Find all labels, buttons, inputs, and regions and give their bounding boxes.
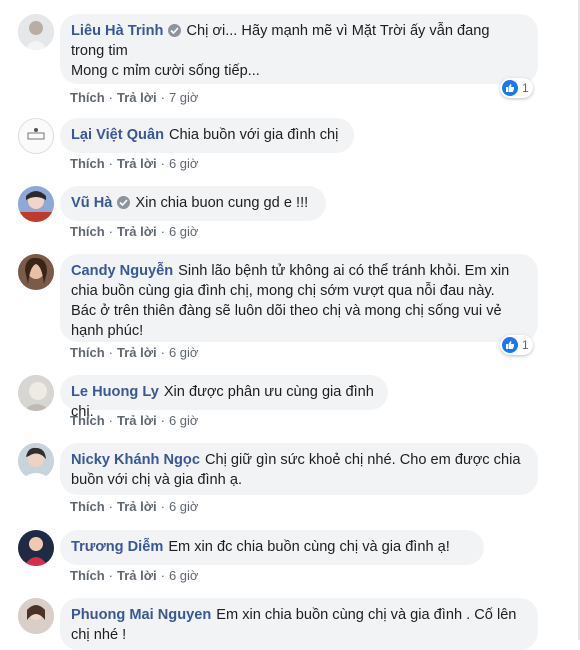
like-link[interactable]: Thích (70, 224, 105, 239)
comment-text-line: Chị ơi... Hãy mạnh mẽ vì Mặt Trời ấy vẫn… (186, 23, 490, 39)
like-link[interactable]: Thích (70, 413, 105, 428)
reaction-count[interactable]: 1 (500, 78, 533, 98)
comment-text-line: chia buồn cùng gia đình chị, mong chị sớ… (71, 283, 495, 299)
comment-actions: Thích · Trả lời · 6 giờ (70, 156, 199, 171)
like-link[interactable]: Thích (70, 90, 105, 105)
like-link[interactable]: Thích (70, 156, 105, 171)
comment-author[interactable]: Nicky Khánh Ngọc (71, 452, 200, 468)
comment-timestamp[interactable]: 6 giờ (169, 345, 199, 360)
comment-timestamp[interactable]: 6 giờ (169, 568, 199, 583)
comment-author[interactable]: Liêu Hà Trinh (71, 23, 163, 39)
comment-author[interactable]: Candy Nguyễn (71, 263, 173, 279)
comment-text-line: Xin chia buon cung gd e !!! (135, 195, 309, 211)
reaction-number: 1 (522, 338, 529, 352)
avatar[interactable] (18, 186, 54, 222)
comment-bubble: Le Huong Ly Xin được phân ưu cùng gia đìn… (60, 375, 388, 420)
comment-actions: Thích · Trả lời · 6 giờ (70, 413, 199, 428)
comment-text-line: trong tim (71, 43, 128, 59)
comment-bubble: Candy Nguyễn Sinh lão bệnh tử không ai có… (60, 254, 538, 342)
like-link[interactable]: Thích (70, 345, 105, 360)
reply-link[interactable]: Trả lời (117, 568, 157, 583)
comment-author[interactable]: Vũ Hà (71, 195, 112, 211)
comment-text-line: Mong c mỉm cười sống tiếp... (71, 63, 260, 79)
avatar[interactable] (18, 118, 54, 154)
comment-author[interactable]: Lại Việt Quân (71, 127, 164, 143)
comment-actions: Thích · Trả lời · 7 giờ (70, 90, 199, 105)
avatar[interactable] (18, 530, 54, 566)
verified-badge-icon (168, 24, 182, 37)
comment-actions: Thích · Trả lời · 6 giờ (70, 224, 199, 239)
reaction-count[interactable]: 1 (500, 335, 533, 355)
reply-link[interactable]: Trả lời (117, 224, 157, 239)
comment-bubble: Phuong Mai Nguyen Em xin chia buồn cùng c… (60, 598, 538, 650)
comment-text-line: chị nhé ! (71, 627, 127, 643)
comment-author[interactable]: Le Huong Ly (71, 384, 159, 400)
reaction-number: 1 (522, 81, 529, 95)
comment-bubble: Trương Diễm Em xin đc chia buồn cùng chị … (60, 530, 484, 565)
comment-text-line: Chia buồn với gia đình chị (169, 127, 339, 143)
reply-link[interactable]: Trả lời (117, 413, 157, 428)
comment-actions: Thích · Trả lời · 6 giờ (70, 345, 199, 360)
comment-bubble: Lại Việt Quân Chia buồn với gia đình chị (60, 118, 354, 153)
comment-actions: Thích · Trả lời · 6 giờ (70, 568, 199, 583)
avatar[interactable] (18, 14, 54, 50)
comment-text-line: hạnh phúc! (71, 323, 144, 339)
comment-bubble: Vũ Hà Xin chia buon cung gd e !!! (60, 186, 326, 221)
comment-text-line: Em xin đc chia buồn cùng chị và gia đình… (168, 539, 450, 555)
comment-bubble: Liêu Hà Trinh Chị ơi... Hãy mạnh mẽ vì Mặ… (60, 14, 538, 84)
comment-text-line: Bác ở trên thiên đàng sẽ luôn dõi theo c… (71, 303, 502, 319)
reply-link[interactable]: Trả lời (117, 90, 157, 105)
avatar[interactable] (18, 598, 54, 634)
comment-timestamp[interactable]: 6 giờ (169, 413, 199, 428)
reply-link[interactable]: Trả lời (117, 156, 157, 171)
comment-text-line: Sinh lão bệnh tử không ai có thể tránh k… (178, 263, 510, 279)
comment-timestamp[interactable]: 6 giờ (169, 156, 199, 171)
comment-author[interactable]: Phuong Mai Nguyen (71, 607, 211, 623)
comment-author[interactable]: Trương Diễm (71, 539, 163, 555)
comment-text-line: Chị giữ gìn sức khoẻ chị nhé. Cho em đượ… (204, 452, 521, 468)
comment-bubble: Nicky Khánh Ngọc Chị giữ gìn sức khoẻ chị… (60, 443, 538, 495)
like-thumb-icon (502, 80, 518, 96)
avatar[interactable] (18, 375, 54, 411)
comment-timestamp[interactable]: 6 giờ (169, 224, 199, 239)
like-thumb-icon (502, 337, 518, 353)
verified-badge-icon (117, 196, 131, 209)
comment-timestamp[interactable]: 7 giờ (169, 90, 199, 105)
like-link[interactable]: Thích (70, 568, 105, 583)
reply-link[interactable]: Trả lời (117, 499, 157, 514)
reply-link[interactable]: Trả lời (117, 345, 157, 360)
comment-actions: Thích · Trả lời · 6 giờ (70, 499, 199, 514)
avatar[interactable] (18, 254, 54, 290)
like-link[interactable]: Thích (70, 499, 105, 514)
comment-text-line: Em xin chia buồn cùng chị và gia đình . … (216, 607, 517, 623)
comment-text-line: buồn với chị và gia đình ạ. (71, 472, 243, 488)
comment-timestamp[interactable]: 6 giờ (169, 499, 199, 514)
avatar[interactable] (18, 443, 54, 479)
